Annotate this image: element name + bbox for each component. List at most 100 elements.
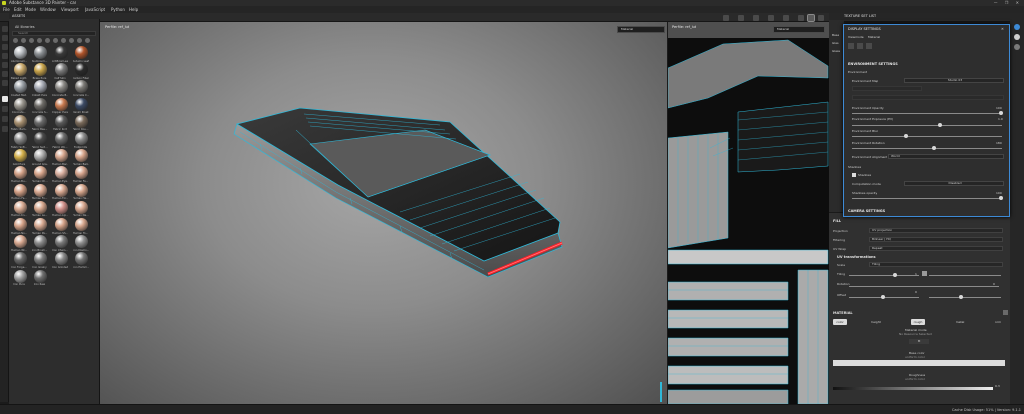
clone-icon[interactable] xyxy=(1,71,8,77)
material-thumbnail[interactable]: Concrete C... xyxy=(73,80,91,97)
material-thumbnail[interactable]: Fabric Suit... xyxy=(32,132,50,149)
material-thumbnail[interactable]: Gold Pure xyxy=(11,149,29,166)
filter-generator-icon[interactable] xyxy=(61,38,66,43)
shadows-opacity-slider[interactable] xyxy=(852,198,1002,199)
camera-icon[interactable] xyxy=(738,14,744,21)
tiling-slider[interactable] xyxy=(849,275,919,276)
channel-nrm-button[interactable]: nrm xyxy=(991,319,1005,325)
env-exposure-slider[interactable] xyxy=(852,125,1002,126)
material-thumbnail[interactable]: Human Ne... xyxy=(73,200,91,218)
menu-file[interactable]: File xyxy=(3,6,10,13)
material-thumbnail[interactable]: Iron Grainy xyxy=(32,252,50,269)
material-thumbnail[interactable]: Human Fa... xyxy=(73,166,91,183)
env-blur-knob[interactable] xyxy=(904,134,908,138)
texture-set-item[interactable]: Glas xyxy=(832,41,839,45)
material-thumbnail[interactable]: Human For... xyxy=(52,183,70,201)
menu-window[interactable]: Window xyxy=(40,6,56,13)
shadows-checkbox[interactable] xyxy=(852,173,856,177)
channel-metal-button[interactable]: metal xyxy=(953,319,967,325)
display-settings-icon[interactable] xyxy=(818,14,824,21)
texture-set-item[interactable]: Base xyxy=(832,33,839,37)
offset-v-slider[interactable] xyxy=(929,297,1001,298)
viewmode-value[interactable]: Material xyxy=(868,35,880,39)
env-alignment-dropdown[interactable]: World xyxy=(888,154,1004,159)
tiling-value[interactable]: 1 xyxy=(915,272,917,276)
material-thumbnail[interactable]: Ground Gra... xyxy=(32,149,50,166)
material-thumbnail[interactable]: Human No... xyxy=(11,218,29,235)
env-opacity-slider[interactable] xyxy=(852,113,1002,114)
material-thumbnail[interactable]: Iron Brush... xyxy=(32,235,50,252)
material-thumbnail[interactable]: Iron Grinded xyxy=(52,252,70,269)
render-icon[interactable] xyxy=(723,14,729,21)
computation-mode-dropdown[interactable]: Disabled xyxy=(904,181,1004,186)
share-icon[interactable] xyxy=(1,126,8,132)
filter-alpha-icon[interactable] xyxy=(37,38,42,43)
export-icon[interactable] xyxy=(1,116,8,122)
filter-environment-icon[interactable] xyxy=(69,38,74,43)
env-blur-slider[interactable] xyxy=(852,136,1002,137)
env-rotation-value[interactable]: 180 xyxy=(996,141,1002,145)
env-rotation-knob[interactable] xyxy=(932,146,936,150)
filter-smart-icon[interactable] xyxy=(21,38,26,43)
channel-height-button[interactable]: height xyxy=(869,319,883,325)
uv-transform-title[interactable]: UV transformations xyxy=(837,255,876,259)
material-thumbnail[interactable]: Baked Light... xyxy=(11,63,29,80)
viewport-2d[interactable]: Perfile: ref_lut Material xyxy=(668,22,829,404)
tiling-knob[interactable] xyxy=(893,273,897,277)
filter-texture-icon[interactable] xyxy=(45,38,50,43)
base-color-swatch[interactable] xyxy=(833,360,1005,366)
material-thumbnail[interactable]: Footprints xyxy=(73,132,91,149)
display-tab-icon[interactable] xyxy=(848,43,854,49)
roughness-number[interactable]: 0.3 xyxy=(995,384,1000,388)
offset-u-knob[interactable] xyxy=(881,295,885,299)
shadows-opacity-knob[interactable] xyxy=(999,196,1003,200)
bake-icon[interactable] xyxy=(1,106,8,112)
paint-mode-icon[interactable] xyxy=(807,13,815,22)
menu-python[interactable]: Python xyxy=(111,6,125,13)
material-thumbnail[interactable]: Human Le... xyxy=(32,200,50,218)
library-selector[interactable]: All libraries xyxy=(15,25,35,30)
material-thumbnail[interactable]: Iron Diamo... xyxy=(73,235,91,252)
menu-viewport[interactable]: Viewport xyxy=(61,6,79,13)
material-thumbnail[interactable]: Human Wr... xyxy=(11,235,29,252)
material-thumbnail[interactable]: Human Bu... xyxy=(11,166,29,183)
material-thumbnail[interactable]: Human To... xyxy=(73,218,91,235)
material-thumbnail[interactable]: Concrete... xyxy=(11,97,29,115)
roughness-slider[interactable] xyxy=(833,387,993,390)
scale-dropdown[interactable]: Tiling xyxy=(869,262,1003,267)
material-thumbnail[interactable]: Denim Rivet xyxy=(73,97,91,115)
projection-icon[interactable] xyxy=(1,44,8,50)
material-thumbnail[interactable]: Human Bell... xyxy=(73,149,91,166)
menu-help[interactable]: Help xyxy=(129,6,138,13)
material-thumbnail[interactable]: Aluminium... xyxy=(11,46,29,63)
material-thumbnail[interactable]: Human Kn... xyxy=(11,200,29,218)
camera-tab-icon[interactable] xyxy=(857,43,863,49)
env-opacity-value[interactable]: 100 xyxy=(996,106,1002,110)
projection-dropdown[interactable]: UV projection xyxy=(869,228,1003,233)
rotation-value[interactable]: 0 xyxy=(993,282,995,286)
material-thumbnail[interactable]: Fabric Soft... xyxy=(11,132,29,149)
rotation-slider[interactable] xyxy=(849,286,999,287)
paint-brush-icon[interactable] xyxy=(1,26,8,32)
filtering-dropdown[interactable]: Bilinear | HQ xyxy=(869,237,1003,242)
material-thumbnail[interactable]: Human Lip... xyxy=(52,200,70,218)
env-opacity-knob[interactable] xyxy=(999,111,1003,115)
channel-rough-button[interactable]: rough xyxy=(911,319,925,325)
screenshot-icon[interactable] xyxy=(798,14,804,21)
material-thumbnail[interactable]: Iron Hamm... xyxy=(73,252,91,269)
material-thumbnail[interactable]: Coated Met... xyxy=(11,80,29,97)
filter-tool-icon[interactable] xyxy=(85,38,90,43)
env-rotation-slider[interactable] xyxy=(852,148,1002,149)
env-map-dropdown[interactable]: Studio 03 xyxy=(904,78,1004,83)
filter-project-icon[interactable] xyxy=(77,38,82,43)
material-thumbnail[interactable]: Calf Skin xyxy=(52,63,70,80)
material-thumbnail[interactable]: Fabric Wo... xyxy=(52,132,70,149)
material-thumbnail[interactable]: Fabric Bas... xyxy=(32,114,50,132)
smudge-icon[interactable] xyxy=(1,62,8,68)
material-thumbnail[interactable]: Human Bac... xyxy=(52,149,70,166)
material-thumbnail[interactable]: Autumn Leaf xyxy=(73,46,91,63)
material-thumbnail[interactable]: Human Eye... xyxy=(52,166,70,183)
material-picker-button[interactable]: M xyxy=(909,339,929,344)
material-thumbnail[interactable]: Iron Raw xyxy=(32,269,50,287)
env-exposure-knob[interactable] xyxy=(938,123,942,127)
